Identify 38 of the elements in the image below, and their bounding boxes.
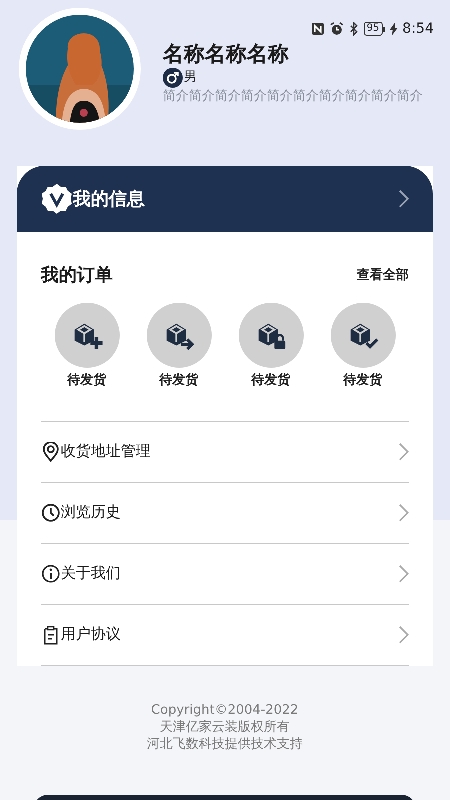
chevron-right-icon	[399, 190, 409, 208]
menu-label: 浏览历史	[61, 502, 121, 524]
footer-text: 河北飞数科技提供技术支持	[147, 736, 303, 752]
chevron-right-icon	[399, 626, 409, 644]
footer-text: 天津亿家云装版权所有	[160, 718, 290, 736]
orders-title: 我的订单	[41, 264, 113, 288]
gender-label: 男	[184, 69, 197, 88]
menu-row[interactable]: 收货地址管理	[41, 422, 409, 482]
location-pin-icon	[41, 442, 61, 462]
order-status-label: 待发货	[160, 372, 198, 390]
clock-time: 8:54	[402, 21, 434, 37]
battery-indicator: 95	[364, 22, 385, 36]
menu-row[interactable]: 关于我们	[41, 544, 409, 604]
bluetooth-icon	[348, 22, 359, 36]
footer-text: Copyright©2004-2022	[151, 702, 299, 718]
nfc-icon	[310, 22, 325, 36]
charging-icon	[390, 22, 398, 36]
menu-row[interactable]: 用户协议	[41, 604, 409, 666]
profile-name: 名称名称名称	[163, 41, 290, 68]
verified-badge-icon	[41, 183, 73, 215]
order-status-label: 待发货	[252, 372, 290, 390]
menu-label: 用户协议	[61, 624, 121, 646]
chevron-right-icon	[399, 564, 409, 582]
clock-icon	[41, 502, 61, 522]
profile-bio: 简介简介简介简介简介简介简介简介简介简介	[163, 88, 423, 105]
order-status-label: 待发货	[68, 372, 106, 390]
info-card-header[interactable]: 我的信息	[17, 166, 433, 232]
chevron-right-icon	[399, 504, 409, 522]
menu-label: 关于我们	[61, 563, 121, 584]
order-status-label: 待发货	[344, 372, 382, 390]
alarm-icon	[330, 22, 344, 36]
menu-label: 收货地址管理	[61, 441, 151, 462]
menu-row[interactable]: 浏览历史	[41, 482, 409, 544]
chevron-right-icon	[399, 442, 409, 460]
info-icon	[41, 564, 61, 584]
info-card-title: 我的信息	[73, 188, 145, 212]
view-all-link[interactable]: 查看全部	[357, 266, 409, 286]
male-icon	[163, 68, 183, 88]
